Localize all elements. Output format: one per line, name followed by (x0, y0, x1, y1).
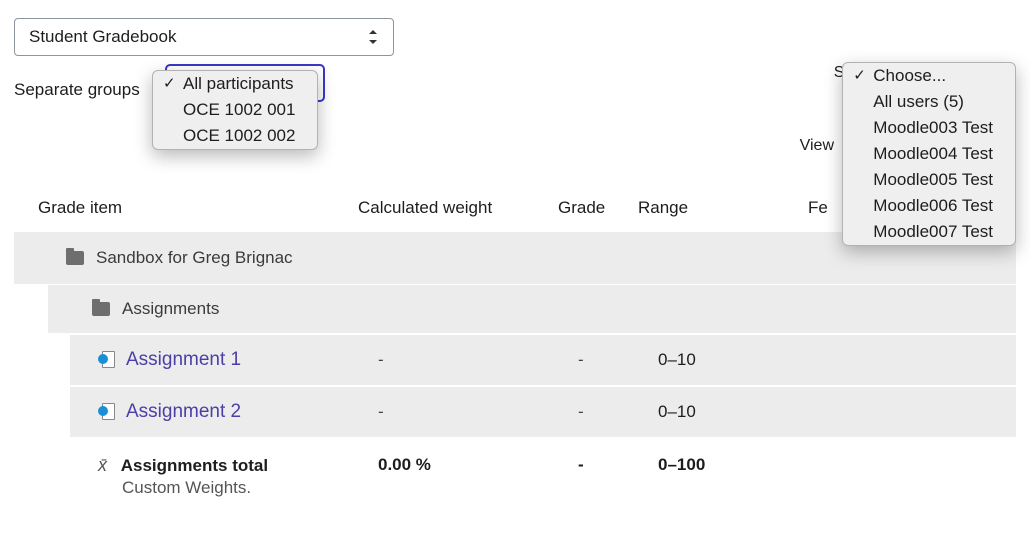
groups-option-1[interactable]: OCE 1002 001 (153, 97, 317, 123)
cell-weight: - (378, 350, 578, 370)
category-name: Assignments (122, 299, 219, 319)
groups-label: Separate groups (14, 74, 140, 100)
assignments-category-row: Assignments (48, 285, 1016, 335)
cell-weight: - (378, 402, 578, 422)
total-sub: Custom Weights. (122, 478, 378, 498)
assignment-link-1[interactable]: Assignment 1 (98, 349, 378, 371)
total-grade: - (578, 455, 658, 475)
xbar-icon (98, 455, 116, 476)
col-weight: Calculated weight (358, 198, 558, 218)
folder-icon (92, 302, 110, 316)
user-option-5[interactable]: Moodle007 Test (843, 219, 1015, 245)
cell-grade: - (578, 350, 658, 370)
sort-arrows-icon (367, 30, 379, 44)
cell-grade: - (578, 402, 658, 422)
total-row: Assignments total Custom Weights. 0.00 %… (70, 439, 1016, 510)
cell-range: 0–10 (658, 350, 828, 370)
course-name: Sandbox for Greg Brignac (96, 248, 293, 268)
report-select-value: Student Gradebook (29, 27, 176, 47)
view-label: View (800, 137, 834, 155)
groups-option-2[interactable]: OCE 1002 002 (153, 123, 317, 149)
user-option-all[interactable]: All users (5) (843, 89, 1015, 115)
assignment-link-2[interactable]: Assignment 2 (98, 401, 378, 423)
assignment-name: Assignment 1 (126, 349, 241, 371)
report-select[interactable]: Student Gradebook (14, 18, 394, 56)
folder-icon (66, 251, 84, 265)
total-weight: 0.00 % (378, 455, 578, 475)
groups-option-all[interactable]: All participants (153, 71, 317, 97)
table-row: Assignment 1 - - 0–10 (70, 335, 1016, 387)
assignment-icon (98, 349, 116, 371)
user-option-choose[interactable]: Choose... (843, 63, 1015, 89)
user-option-2[interactable]: Moodle004 Test (843, 141, 1015, 167)
col-range: Range (638, 198, 808, 218)
total-name: Assignments total (121, 456, 268, 475)
col-grade: Grade (558, 198, 638, 218)
col-item: Grade item (38, 198, 358, 218)
table-row: Assignment 2 - - 0–10 (70, 387, 1016, 439)
user-option-1[interactable]: Moodle003 Test (843, 115, 1015, 141)
assignment-icon (98, 401, 116, 423)
user-dropdown[interactable]: Choose... All users (5) Moodle003 Test M… (842, 62, 1016, 246)
groups-dropdown[interactable]: All participants OCE 1002 001 OCE 1002 0… (152, 70, 318, 150)
user-option-4[interactable]: Moodle006 Test (843, 193, 1015, 219)
user-option-3[interactable]: Moodle005 Test (843, 167, 1015, 193)
total-range: 0–100 (658, 455, 828, 475)
cell-range: 0–10 (658, 402, 828, 422)
assignment-name: Assignment 2 (126, 401, 241, 423)
